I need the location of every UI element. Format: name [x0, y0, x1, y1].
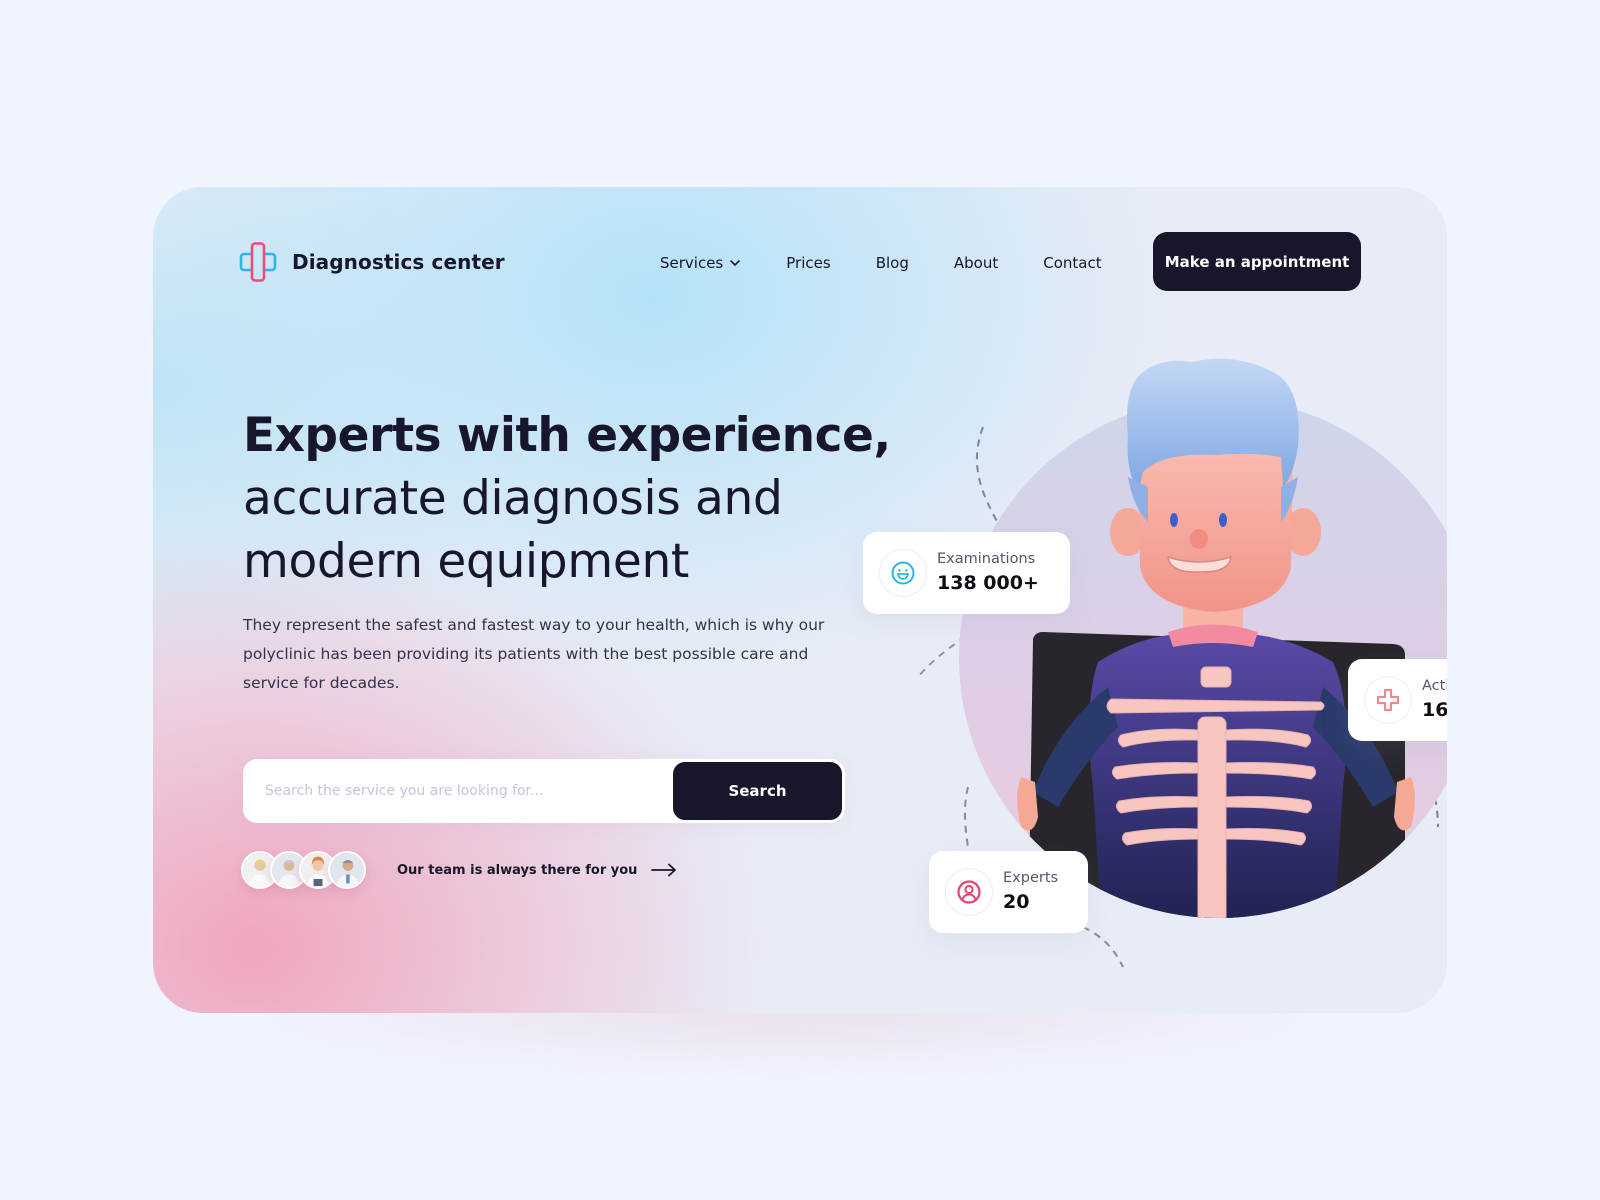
stat-value: 16 years — [1422, 699, 1447, 721]
hero-title-line3: modern equipment — [243, 534, 690, 589]
nav-prices[interactable]: Prices — [786, 254, 830, 272]
team-label: Our team is always there for you — [397, 862, 638, 878]
hero-card: Diagnostics center Services Prices Blog … — [153, 187, 1447, 1013]
chevron-down-icon — [730, 260, 741, 267]
stat-label: Active — [1422, 678, 1447, 694]
stat-card-active: Active 16 years — [1348, 659, 1447, 741]
hero-title-line2: accurate diagnosis and — [243, 471, 783, 526]
stat-icon-wrapper — [879, 549, 927, 597]
medical-cross-outline-icon — [239, 242, 277, 282]
hero-title-bold: Experts with experience, — [243, 408, 891, 463]
user-circle-icon — [957, 880, 981, 904]
make-appointment-button[interactable]: Make an appointment — [1153, 232, 1361, 291]
team-row[interactable]: Our team is always there for you — [241, 851, 677, 889]
nav-contact[interactable]: Contact — [1043, 254, 1101, 272]
hero-title: Experts with experience, accurate diagno… — [243, 405, 943, 593]
stat-value: 20 — [1003, 891, 1030, 913]
smile-face-icon — [891, 561, 915, 585]
main-nav: Services Prices Blog About Contact — [660, 254, 1147, 272]
nav-blog[interactable]: Blog — [876, 254, 909, 272]
stat-icon-wrapper — [945, 868, 993, 916]
brand-name: Diagnostics center — [292, 250, 505, 274]
stat-value: 138 000+ — [937, 572, 1039, 594]
stat-card-experts: Experts 20 — [929, 851, 1088, 933]
avatar — [328, 851, 366, 889]
nav-about[interactable]: About — [954, 254, 998, 272]
dashed-curve — [975, 426, 1004, 533]
dashed-curve — [1412, 736, 1439, 828]
dashed-curve — [964, 786, 969, 848]
hero-description: They represent the safest and fastest wa… — [243, 616, 825, 692]
team-avatars — [241, 851, 366, 889]
brand-logo[interactable]: Diagnostics center — [238, 242, 505, 282]
arrow-right-icon[interactable] — [651, 863, 677, 877]
stat-icon-wrapper — [1364, 676, 1412, 724]
dashed-curve — [1082, 926, 1124, 968]
service-search: Search — [243, 759, 845, 823]
stat-label: Examinations — [937, 551, 1036, 567]
stat-label: Experts — [1003, 870, 1059, 886]
illustration-circle — [959, 398, 1447, 918]
xray-character-illustration — [917, 358, 1447, 968]
nav-services-label: Services — [660, 254, 724, 272]
stat-card-examinations: Examinations 138 000+ — [863, 532, 1070, 614]
dashed-curve — [917, 606, 1009, 678]
search-button[interactable]: Search — [673, 762, 842, 820]
nav-services[interactable]: Services — [660, 254, 741, 272]
search-input[interactable] — [265, 783, 673, 799]
medical-cross-icon — [1376, 688, 1400, 712]
